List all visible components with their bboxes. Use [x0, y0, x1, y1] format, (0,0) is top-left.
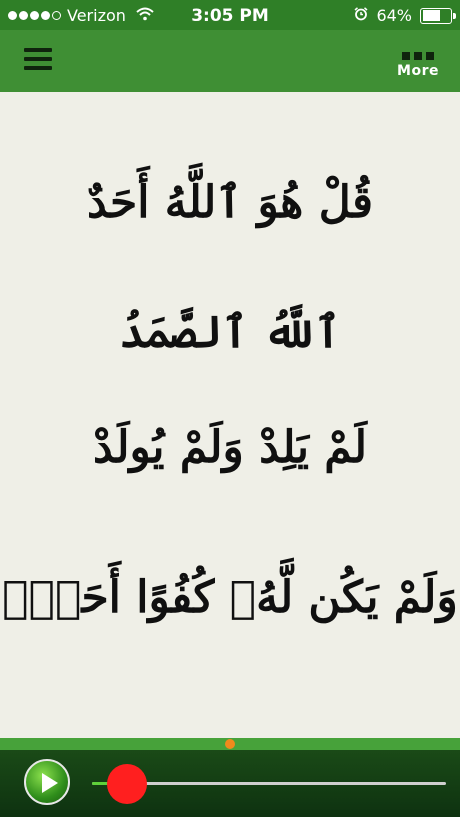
- slider-thumb[interactable]: [107, 764, 148, 804]
- battery-percent: 64%: [376, 6, 412, 25]
- battery-fill: [422, 10, 440, 21]
- verse-line: لَمْ يَلِدْ وَلَمْ يُولَدْ: [93, 422, 367, 473]
- menu-line: [24, 48, 52, 52]
- more-button[interactable]: More: [396, 52, 440, 79]
- menu-line: [24, 57, 52, 61]
- verse-line: وَلَمْ يَكُن لَّهُۥ كُفُوًا أَحَدٌۢ: [2, 572, 458, 623]
- verse-content: قُلْ هُوَ ٱللَّهُ أَحَدٌ ٱللَّهُ ٱلصَّمَ…: [0, 92, 460, 738]
- play-icon: [42, 773, 58, 793]
- verse-line: قُلْ هُوَ ٱللَّهُ أَحَدٌ: [86, 177, 374, 228]
- player-bar: [0, 750, 460, 817]
- more-label: More: [397, 63, 439, 79]
- status-right: 64%: [354, 6, 456, 25]
- verse-line: ٱللَّهُ ٱلصَّمَدُ: [119, 307, 341, 358]
- battery-icon: [420, 7, 456, 24]
- grid-icon: [396, 52, 440, 60]
- play-button[interactable]: [24, 759, 70, 805]
- alarm-icon: [354, 6, 368, 25]
- menu-line: [24, 66, 52, 70]
- progress-marker: [225, 739, 235, 749]
- status-bar: Verizon 3:05 PM 64%: [0, 0, 460, 30]
- progress-strip: [0, 738, 460, 750]
- hamburger-menu-icon[interactable]: [24, 48, 52, 72]
- nav-bar: More: [0, 30, 460, 92]
- playback-slider[interactable]: [92, 764, 446, 804]
